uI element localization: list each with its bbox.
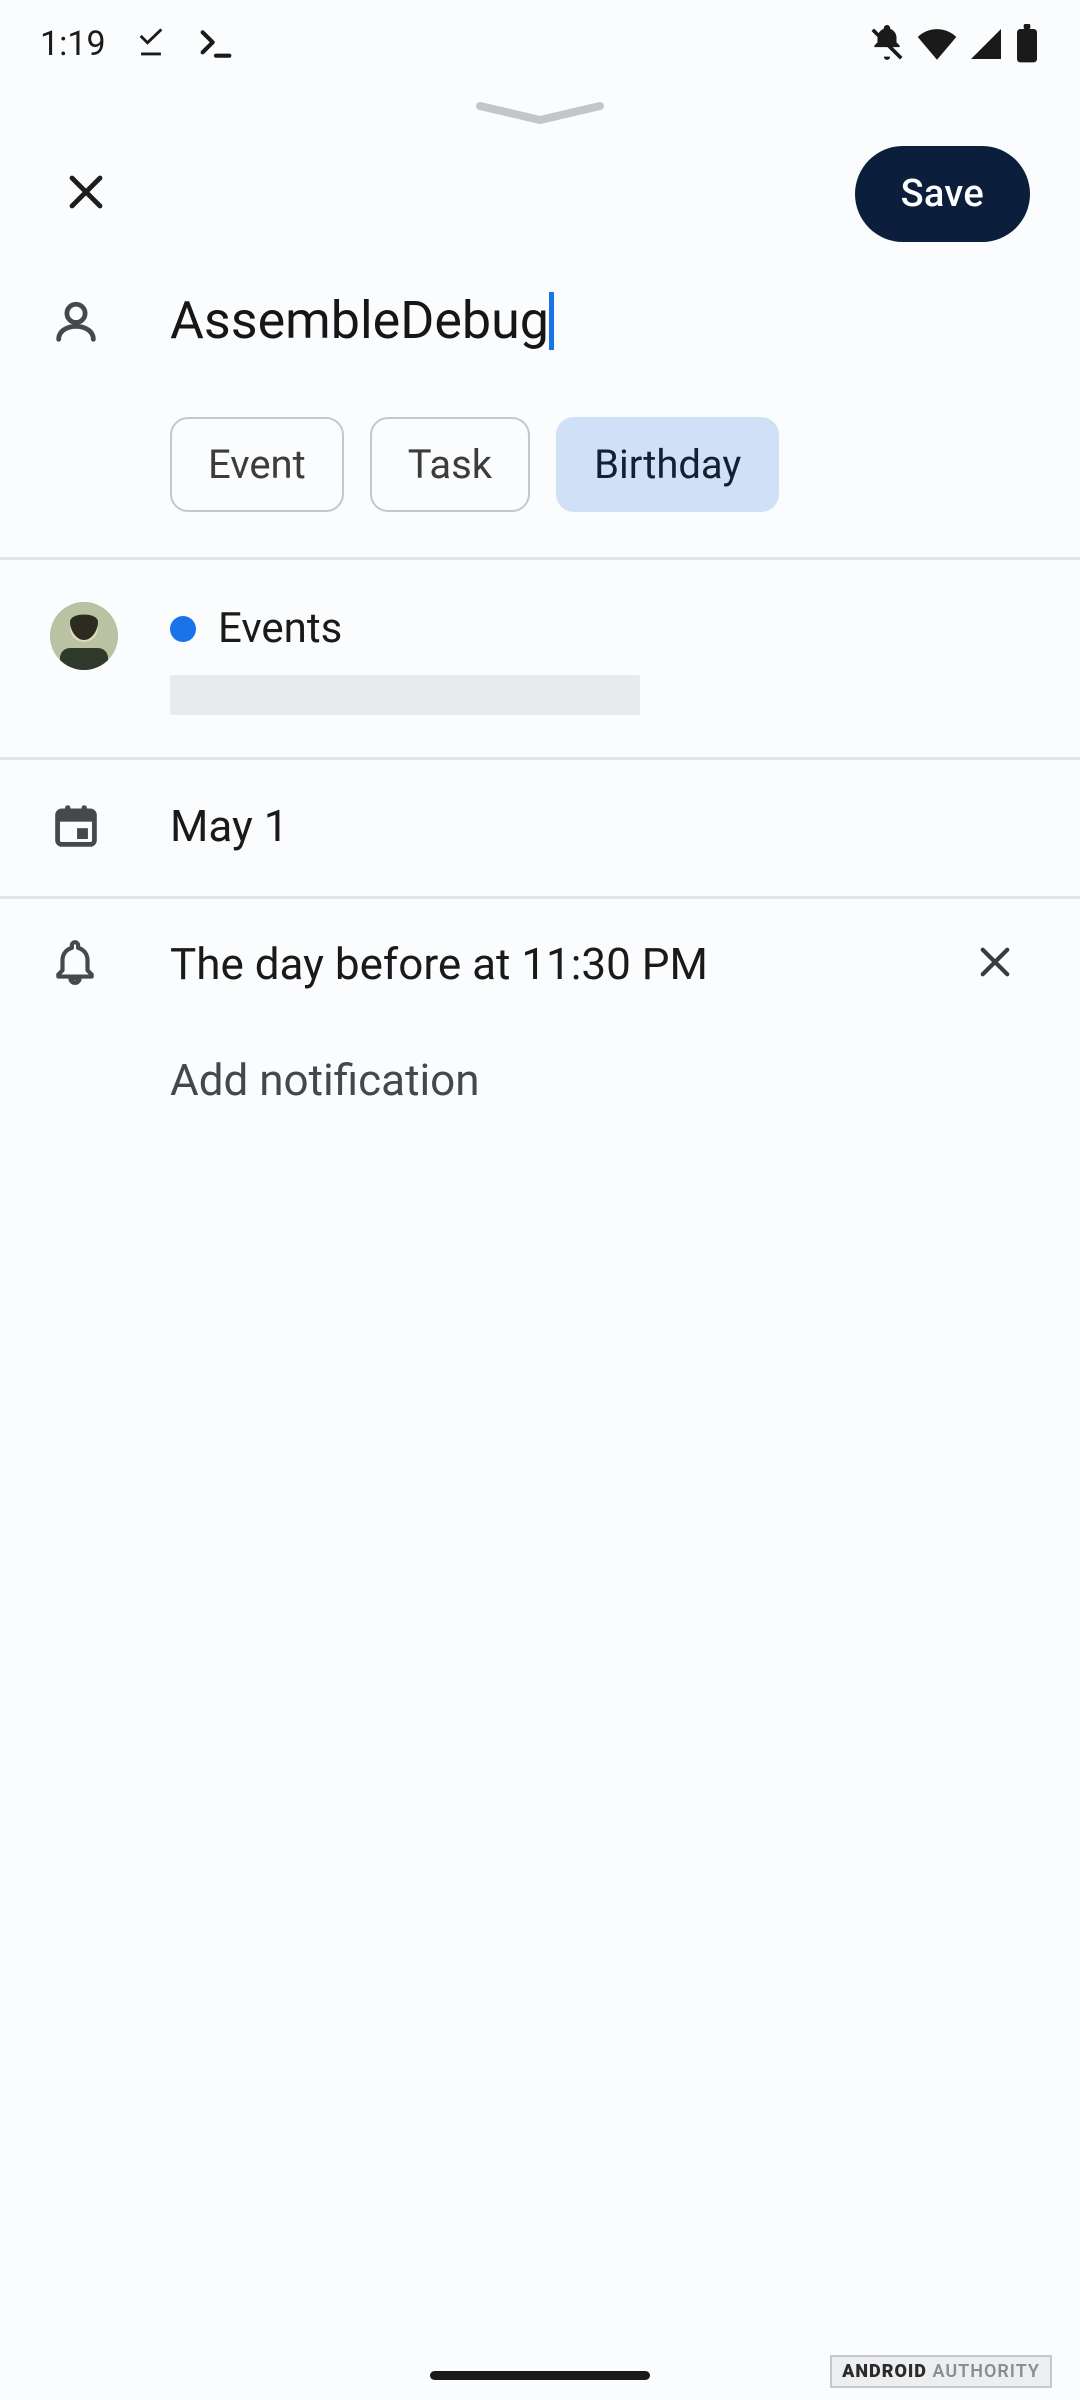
gesture-nav-pill[interactable] xyxy=(430,2371,650,2380)
remove-notification-button[interactable] xyxy=(960,929,1030,999)
status-bar: 1:19 xyxy=(0,0,1080,88)
sheet-drag-handle[interactable] xyxy=(0,88,1080,134)
title-row xyxy=(0,270,1080,372)
save-button[interactable]: Save xyxy=(855,146,1030,242)
chip-task[interactable]: Task xyxy=(370,417,530,512)
close-icon xyxy=(62,168,110,220)
person-icon xyxy=(50,296,102,352)
watermark-brand: ANDROID xyxy=(842,2361,927,2382)
app-bar: Save xyxy=(0,134,1080,270)
type-chip-group: Event Task Birthday xyxy=(0,372,1080,557)
mute-icon xyxy=(868,25,906,63)
watermark-site: AUTHORITY xyxy=(932,2361,1040,2382)
wifi-icon xyxy=(916,23,958,65)
notification-item[interactable]: The day before at 11:30 PM xyxy=(0,899,1080,1029)
calendar-color-dot xyxy=(170,616,196,642)
account-placeholder-bar xyxy=(170,675,640,715)
signal-icon xyxy=(968,26,1004,62)
date-value: May 1 xyxy=(170,800,289,852)
download-done-icon xyxy=(134,27,168,61)
notifications-section: The day before at 11:30 PM Add notificat… xyxy=(0,899,1080,1136)
bell-icon xyxy=(50,937,100,991)
date-row[interactable]: May 1 xyxy=(0,760,1080,896)
close-icon xyxy=(974,941,1016,987)
calendar-row[interactable]: Events xyxy=(0,560,1080,757)
close-button[interactable] xyxy=(50,158,122,230)
battery-icon xyxy=(1014,24,1040,64)
notification-label: The day before at 11:30 PM xyxy=(170,938,960,990)
chip-event[interactable]: Event xyxy=(170,417,344,512)
calendar-name: Events xyxy=(218,604,342,653)
text-cursor xyxy=(549,292,554,350)
calendar-label: Events xyxy=(170,604,1030,653)
terminal-icon xyxy=(196,24,236,64)
title-input[interactable] xyxy=(170,290,1030,351)
chip-birthday[interactable]: Birthday xyxy=(556,417,779,512)
status-clock: 1:19 xyxy=(40,24,106,64)
account-avatar xyxy=(50,602,118,670)
watermark: ANDROID AUTHORITY xyxy=(830,2355,1052,2388)
calendar-icon xyxy=(50,800,102,856)
add-notification-button[interactable]: Add notification xyxy=(170,1054,480,1106)
